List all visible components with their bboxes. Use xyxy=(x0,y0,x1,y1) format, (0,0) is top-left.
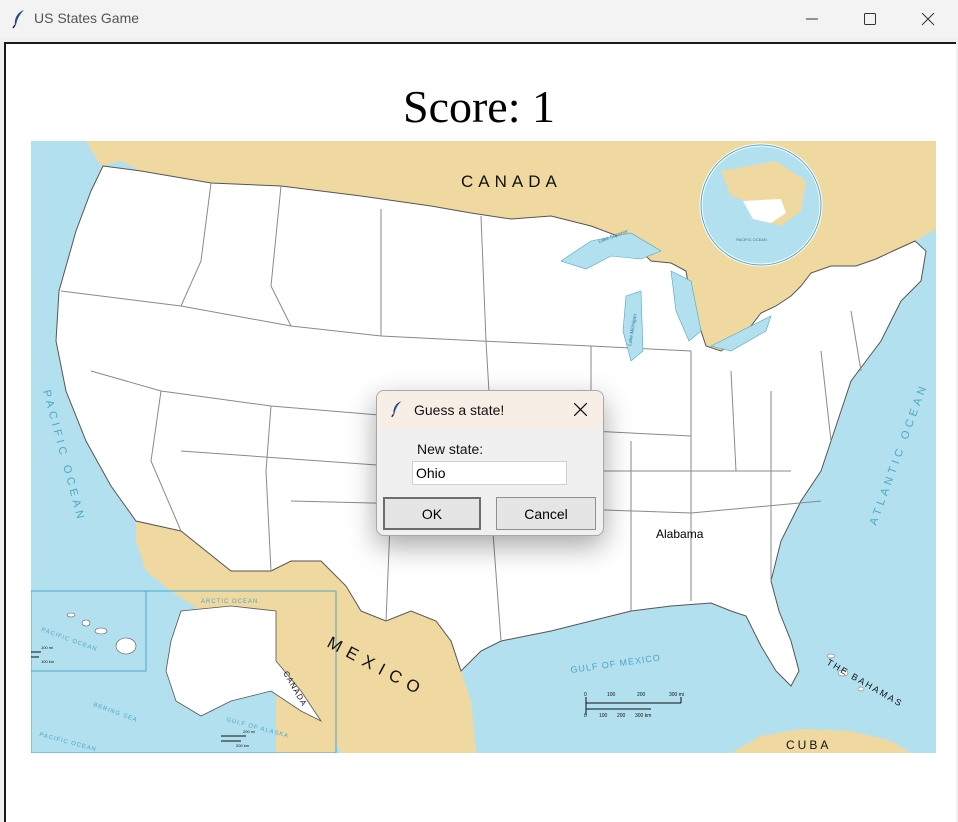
globe-pacific-label: PACIFIC OCEAN xyxy=(736,237,767,242)
new-state-label: New state: xyxy=(417,441,484,457)
dialog-title: Guess a state! xyxy=(414,402,505,418)
ok-button[interactable]: OK xyxy=(383,497,481,530)
close-icon xyxy=(921,13,935,26)
alaska-scale-mi: 200 mi xyxy=(243,729,255,734)
minimize-button[interactable] xyxy=(783,0,841,38)
canada-label: CANADA xyxy=(461,172,562,191)
arctic-ocean-label: ARCTIC OCEAN xyxy=(201,599,258,605)
feather-icon xyxy=(391,401,402,418)
dialog-close-button[interactable] xyxy=(566,395,596,425)
hawaii-scale-km: 100 km xyxy=(41,659,55,664)
window-titlebar[interactable]: US States Game xyxy=(0,0,958,38)
close-icon xyxy=(574,403,587,416)
guess-dialog[interactable]: Guess a state! New state: OK Cancel xyxy=(376,390,604,536)
alaska-scale-km: 200 km xyxy=(236,743,250,748)
minimize-icon xyxy=(806,18,818,20)
window-title: US States Game xyxy=(34,10,140,26)
score-label: Score: 1 xyxy=(402,81,555,132)
state-input[interactable] xyxy=(412,461,567,485)
state-label-alabama: Alabama xyxy=(656,527,704,541)
maximize-icon xyxy=(864,13,876,25)
close-button[interactable] xyxy=(899,0,957,38)
hawaii-scale-mi: 100 mi xyxy=(41,645,53,650)
cancel-button[interactable]: Cancel xyxy=(496,497,596,530)
feather-icon xyxy=(12,10,24,29)
cuba-label: CUBA xyxy=(786,738,831,752)
maximize-button[interactable] xyxy=(841,0,899,38)
dialog-titlebar[interactable]: Guess a state! xyxy=(377,391,603,428)
